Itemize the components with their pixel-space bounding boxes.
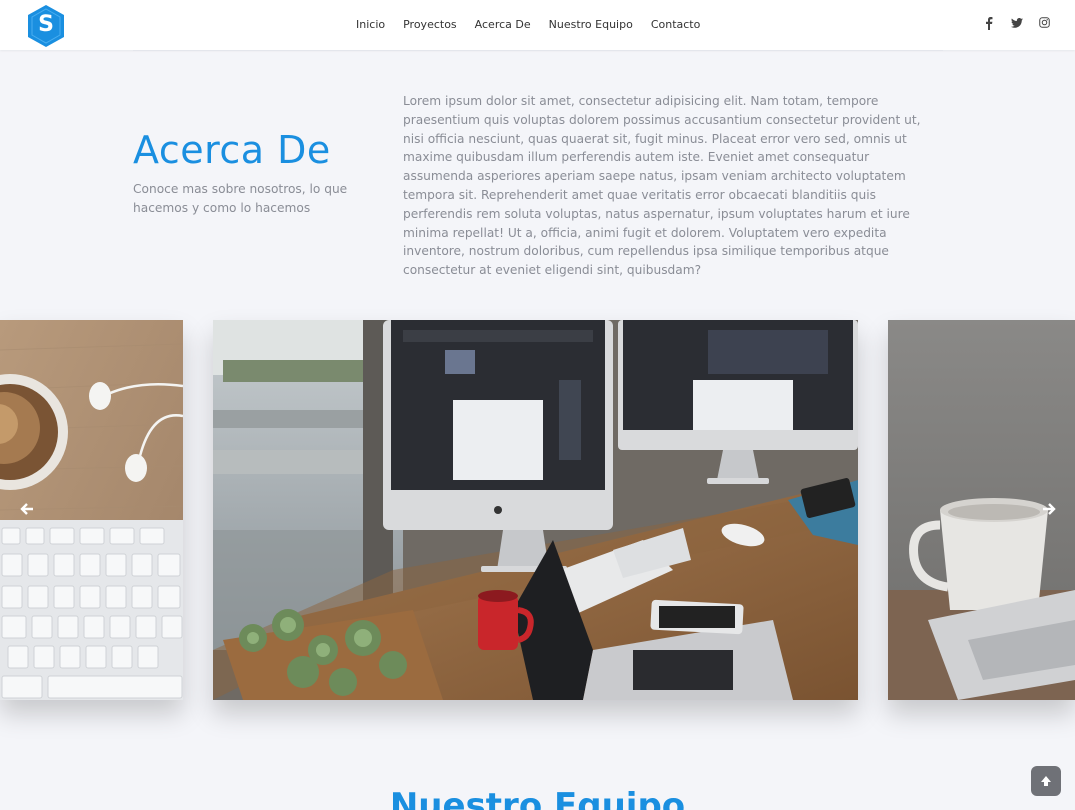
carousel-prev-button[interactable] — [19, 502, 35, 518]
desk-workspace-image — [213, 320, 858, 700]
scroll-to-top-button[interactable] — [1031, 766, 1061, 796]
about-subtitle: Conoce mas sobre nosotros, lo que hacemo… — [133, 182, 348, 215]
team-section-title: Nuestro Equipo — [389, 786, 686, 810]
nav-item-acerca-de[interactable]: Acerca De — [475, 18, 531, 32]
nav-item-nuestro-equipo[interactable]: Nuestro Equipo — [549, 18, 633, 32]
nav-item-contacto[interactable]: Contacto — [651, 18, 701, 32]
twitter-icon[interactable] — [1010, 17, 1023, 32]
arrow-left-icon — [20, 503, 33, 515]
about-title: Acerca De — [133, 128, 331, 172]
instagram-icon[interactable] — [1038, 17, 1051, 32]
main-nav: Inicio Proyectos Acerca De Nuestro Equip… — [356, 18, 718, 32]
arrow-right-icon — [1043, 503, 1056, 515]
carousel-slide-desk-workspace[interactable] — [213, 320, 858, 700]
site-header: S Inicio Proyectos Acerca De Nuestro Equ… — [0, 0, 1075, 50]
logo-letter: S — [38, 12, 54, 37]
about-body-text: Lorem ipsum dolor sit amet, consectetur … — [403, 94, 921, 278]
facebook-icon[interactable] — [982, 17, 995, 32]
brand-logo[interactable]: S — [26, 4, 66, 48]
carousel-next-button[interactable] — [1041, 502, 1057, 518]
arrow-up-icon — [1041, 776, 1051, 786]
social-links — [982, 17, 1051, 32]
header-divider — [133, 50, 943, 51]
nav-item-inicio[interactable]: Inicio — [356, 18, 385, 32]
nav-item-proyectos[interactable]: Proyectos — [403, 18, 457, 32]
